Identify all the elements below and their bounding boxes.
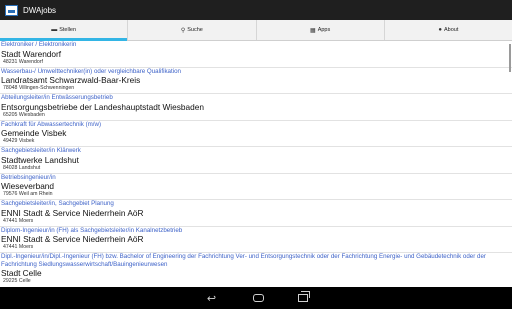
job-list-item[interactable]: Abteilungsleiter/in Entwässerungsbetrieb… [0,94,512,121]
job-location: 78048 Villingen-Schwenningen [3,85,75,91]
job-list-item[interactable]: Betriebsingenieur/in Wieseverband 79576 … [0,173,512,200]
back-icon[interactable]: ↩ [205,292,219,305]
system-nav-bar: ↩ [0,287,512,309]
job-title: Wasserbau-/ Umwelttechniker(in) oder ver… [1,67,181,75]
employer-name: Stadt Celle [1,268,42,278]
job-title: Sachgebietsleiter/in, Sachgebiet Planung [1,200,114,207]
employer-name: Stadtwerke Landshut [1,154,79,165]
job-title: Betriebsingenieur/in [1,173,56,181]
app-logo-icon [5,4,18,16]
job-location: 79576 Weil am Rhein [3,191,53,197]
tab-bar: ▬ Stellen ⚲ Suche ▦ Apps ● About [0,20,512,41]
home-icon[interactable] [252,294,264,302]
employer-name: Landratsamt Schwarzwald-Baar-Kreis [1,75,141,85]
apps-icon: ▦ [310,27,316,34]
action-bar: DWAjobs [0,0,512,20]
employer-name: Stadt Warendorf [1,48,62,59]
employer-name: Wieseverband [1,181,55,191]
job-list-item[interactable]: Sachgebietsleiter/in Klärwerk Stadtwerke… [0,147,512,174]
job-list-item[interactable]: Diplom-Ingenieur/in (FH) als Sachgebiets… [0,226,512,253]
app-title: DWAjobs [23,5,57,15]
tab-apps[interactable]: ▦ Apps [257,20,385,40]
tab-about[interactable]: ● About [385,20,512,40]
job-title: Fachkraft für Abwassertechnik (m/w) [1,120,102,128]
search-icon: ⚲ [180,27,186,34]
job-location: 49429 Visbek [3,138,35,144]
job-title: Abteilungsleiter/in Entwässerungsbetrieb [1,94,113,101]
briefcase-icon: ▬ [51,27,58,33]
tab-label: Stellen [59,27,77,33]
employer-name: Gemeinde Visbek [1,128,67,138]
tab-label: Suche [187,27,203,33]
job-location: 47441 Moers [3,244,34,250]
employer-name: Entsorgungsbetriebe der Landeshauptstadt… [1,101,204,112]
job-title: Sachgebietsleiter/in Klärwerk [1,147,81,154]
tab-label: Apps [317,27,331,33]
job-list-item[interactable]: Sachgebietsleiter/in, Sachgebiet Planung… [0,200,512,227]
recent-apps-icon[interactable] [297,291,310,302]
job-location: 65205 Wiesbaden [3,111,45,118]
job-title: Dipl.-Ingenieur/in/Dipl.-Ingenieur (FH) … [1,253,486,268]
job-title: Diplom-Ingenieur/in (FH) als Sachgebiets… [1,226,183,234]
job-location: 48231 Warendorf [3,58,43,65]
info-icon: ● [438,27,442,33]
job-list-item[interactable]: Elektroniker / Elektronikerin Stadt Ware… [0,41,512,68]
employer-name: ENNI Stadt & Service Niederrhein AöR [1,207,144,218]
scrollbar-thumb[interactable] [509,44,511,72]
employer-name: ENNI Stadt & Service Niederrhein AöR [1,234,144,244]
job-location: 47441 Moers [3,217,34,224]
job-list[interactable]: Elektroniker / Elektronikerin Stadt Ware… [0,41,512,287]
job-list-item[interactable]: Fachkraft für Abwassertechnik (m/w) Geme… [0,120,512,147]
tab-suche[interactable]: ⚲ Suche [128,20,257,40]
job-title: Elektroniker / Elektronikerin [1,41,77,48]
tab-label: About [444,27,459,33]
job-location: 84028 Landshut [3,164,41,171]
job-list-item[interactable]: Wasserbau-/ Umwelttechniker(in) oder ver… [0,67,512,94]
tab-stellen[interactable]: ▬ Stellen [0,20,129,41]
job-list-item[interactable]: Dipl.-Ingenieur/in/Dipl.-Ingenieur (FH) … [0,253,512,287]
job-location: 29225 Celle [3,278,31,284]
